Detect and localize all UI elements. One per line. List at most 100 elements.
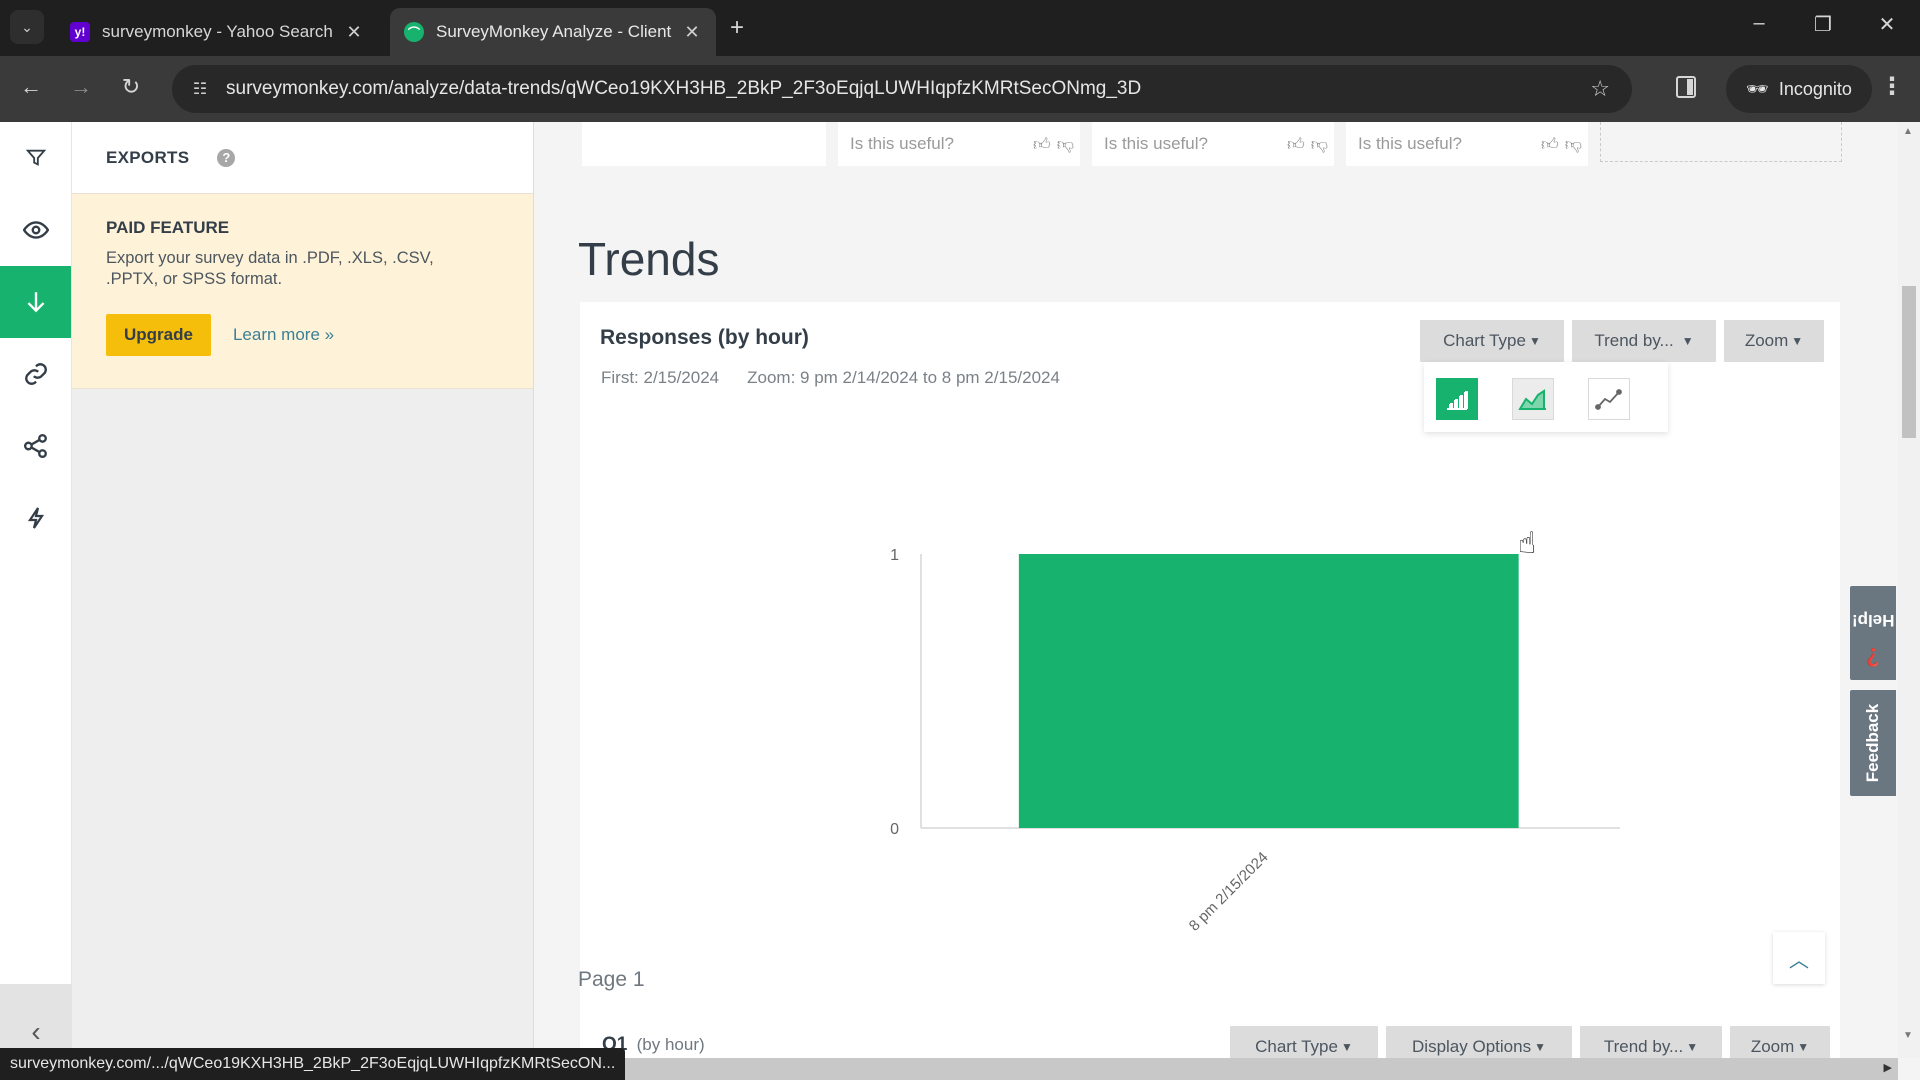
bar[interactable] <box>1018 554 1519 828</box>
reload-icon[interactable]: ↻ <box>116 74 146 100</box>
window-close-icon[interactable]: ✕ <box>1872 12 1902 37</box>
thumbs-up-icon[interactable]: 👍︎ <box>1287 134 1305 155</box>
y-axis-ticks: 01 <box>890 547 899 838</box>
rail-item-filter[interactable] <box>0 122 71 194</box>
feedback-label: Feedback <box>1863 703 1882 783</box>
zoom-label: Zoom <box>1750 1037 1795 1056</box>
close-icon[interactable]: ✕ <box>344 22 364 43</box>
insight-feedback-card: Is this useful? 👍︎ 👎︎ <box>1346 122 1588 166</box>
incognito-label: Incognito <box>1778 78 1852 99</box>
rail-item-share[interactable] <box>0 410 71 482</box>
scroll-up-arrow-icon[interactable]: ▲ <box>1903 126 1913 137</box>
yahoo-icon: y! <box>70 22 90 42</box>
forward-icon[interactable]: → <box>66 74 96 100</box>
caret-down-icon: ▼ <box>1686 1040 1699 1054</box>
hand-cursor-icon: ☝ <box>1518 527 1537 560</box>
y-tick-label: 1 <box>890 547 899 564</box>
browser-toolbar: ← → ↻ ☷ surveymonkey.com/analyze/data-tr… <box>0 56 1920 122</box>
help-side-tab[interactable]: ❓ Help! <box>1850 586 1896 680</box>
rail-item-exports[interactable] <box>0 266 71 338</box>
new-tab-button[interactable]: + <box>730 14 744 42</box>
caret-down-icon: ▼ <box>1340 1040 1353 1054</box>
insight-feedback-card: Is this useful? 👍︎ 👎︎ <box>1092 122 1334 166</box>
back-icon[interactable]: ← <box>16 74 46 100</box>
paid-feature-title: PAID FEATURE <box>106 218 230 237</box>
share-icon <box>23 433 47 459</box>
exports-header: EXPORTS ? <box>72 122 533 194</box>
tab-title: surveymonkey - Yahoo Search R <box>102 22 334 41</box>
paid-feature-description: Export your survey data in .PDF, .XLS, .… <box>106 249 434 288</box>
filter-icon <box>25 149 46 166</box>
display-options-label: Display Options <box>1412 1037 1532 1056</box>
feedback-side-tab[interactable]: Feedback <box>1850 690 1896 796</box>
horizontal-scrollbar[interactable]: ▶ <box>620 1058 1898 1080</box>
chevron-up-icon: ︿ <box>1789 949 1809 972</box>
empty-card-placeholder <box>1600 122 1842 162</box>
link-icon <box>24 363 47 385</box>
eye-icon <box>22 221 49 239</box>
surveymonkey-icon: ⌒ <box>404 22 424 42</box>
incognito-badge[interactable]: 🕶 Incognito <box>1726 65 1872 113</box>
incognito-icon: 🕶 <box>1746 78 1769 99</box>
download-arrow-icon <box>27 292 44 313</box>
scroll-down-arrow-icon[interactable]: ▼ <box>1903 1030 1913 1041</box>
page-section-label: Page 1 <box>578 968 645 991</box>
scroll-right-arrow-icon[interactable]: ▶ <box>1884 1061 1892 1074</box>
browser-tab-yahoo[interactable]: y! surveymonkey - Yahoo Search R ✕ <box>56 8 378 56</box>
upgrade-button[interactable]: Upgrade <box>106 314 211 356</box>
rail-item-integrations[interactable] <box>0 482 71 554</box>
chevron-left-icon: ‹ <box>31 1016 41 1047</box>
trend-by-label: Trend by... <box>1603 1037 1684 1056</box>
learn-more-link[interactable]: Learn more » <box>233 325 334 345</box>
address-bar[interactable]: ☷ surveymonkey.com/analyze/data-trends/q… <box>172 65 1632 113</box>
side-panel-icon[interactable] <box>1676 76 1696 98</box>
thumbs-up-icon[interactable]: 👍︎ <box>1541 134 1559 155</box>
help-icon[interactable]: ? <box>217 148 236 167</box>
rail-item-view[interactable] <box>0 194 71 266</box>
exports-title: EXPORTS <box>106 147 190 167</box>
caret-down-icon: ▼ <box>1534 1040 1546 1054</box>
insight-cards-strip: Is this useful? 👍︎ 👎︎ Is this useful? 👍︎… <box>582 122 1842 168</box>
paid-feature-actions: Upgrade Learn more » <box>106 314 499 356</box>
page-content: ‹ EXPORTS ? PAID FEATURE Export your sur… <box>0 122 1920 1080</box>
insight-card <box>582 122 826 166</box>
link-status-bar: surveymonkey.com/.../qWCeo19KXH3HB_2BkP_… <box>0 1048 626 1080</box>
thumbs-up-icon[interactable]: 👍︎ <box>1033 134 1051 155</box>
rail-item-links[interactable] <box>0 338 71 410</box>
minimize-icon[interactable]: – <box>1744 12 1774 35</box>
x-tick-label: 8 pm 2/15/2024 <box>1186 849 1272 935</box>
vertical-scrollbar-thumb[interactable] <box>1902 286 1916 438</box>
responses-bar-chart: 01 8 pm 2/15/2024 <box>890 547 1620 935</box>
chart-type-label: Chart Type <box>1255 1037 1338 1056</box>
caret-down-icon: ▼ <box>1797 1040 1810 1054</box>
vertical-scrollbar[interactable]: ▲ ▼ <box>1898 122 1920 1058</box>
paid-feature-box: PAID FEATURE Export your survey data in … <box>72 194 533 389</box>
help-label: Help! <box>1851 611 1895 631</box>
responses-trend-card: Responses (by hour) First: 2/15/2024 Zoo… <box>580 302 1840 1059</box>
icon-rail <box>0 122 72 984</box>
back-to-top-button[interactable]: ︿ <box>1773 932 1825 984</box>
useful-prompt: Is this useful? <box>1358 134 1462 153</box>
restore-icon[interactable]: ❐ <box>1808 12 1838 37</box>
y-tick-label: 0 <box>890 821 899 838</box>
browser-tab-strip: ⌄ y! surveymonkey - Yahoo Search R ✕ ⌒ S… <box>0 0 1920 56</box>
browser-menu-icon[interactable]: ⋮ <box>1880 72 1904 101</box>
help-circle-icon: ❓ <box>1862 647 1884 667</box>
site-settings-icon[interactable]: ☷ <box>180 79 220 99</box>
bookmark-star-icon[interactable]: ☆ <box>1590 76 1610 102</box>
chevron-down-icon: ⌄ <box>21 18 33 35</box>
url-text[interactable]: surveymonkey.com/analyze/data-trends/qWC… <box>226 78 1141 100</box>
thumbs-down-icon[interactable]: 👎︎ <box>1565 134 1582 155</box>
trends-heading: Trends <box>578 233 720 285</box>
close-icon[interactable]: ✕ <box>682 22 702 43</box>
thumbs-down-icon[interactable]: 👎︎ <box>1057 134 1074 155</box>
x-axis-labels: 8 pm 2/15/2024 <box>1186 849 1272 935</box>
thumbs-down-icon[interactable]: 👎︎ <box>1311 134 1328 155</box>
browser-tab-surveymonkey[interactable]: ⌒ SurveyMonkey Analyze - Client ✕ <box>390 8 716 56</box>
tab-title: SurveyMonkey Analyze - Client <box>436 22 672 41</box>
insight-feedback-card: Is this useful? 👍︎ 👎︎ <box>838 122 1080 166</box>
tab-search-button[interactable]: ⌄ <box>10 10 44 44</box>
exports-panel: EXPORTS ? PAID FEATURE Export your surve… <box>72 122 534 1080</box>
bars-group <box>1018 554 1519 828</box>
lightning-icon <box>27 507 44 529</box>
